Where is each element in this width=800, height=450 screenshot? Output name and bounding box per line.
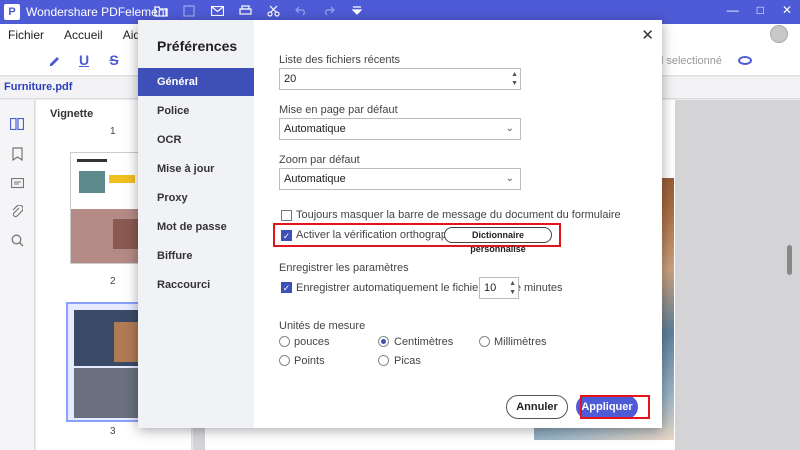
page-number: 2 — [110, 276, 116, 287]
autosave-checkbox[interactable]: ✓ — [281, 282, 292, 293]
zoom-select[interactable]: Automatique ⌄ — [279, 168, 521, 190]
thumb-image — [74, 368, 140, 418]
stepper-arrows-icon[interactable]: ▲ ▼ — [509, 279, 516, 297]
unit-picas-radio[interactable] — [378, 355, 389, 366]
menu-file[interactable]: Fichier — [8, 28, 44, 42]
app-title: Wondershare PDFelement — [26, 5, 168, 19]
cancel-button[interactable]: Annuler — [506, 395, 568, 419]
page-number: 3 — [110, 426, 116, 437]
undo-icon[interactable] — [294, 4, 308, 18]
maximize-button[interactable]: □ — [757, 3, 764, 17]
nav-proxy[interactable]: Proxy — [138, 184, 254, 212]
unit-centimeters-label: Centimètres — [394, 336, 454, 348]
search-icon[interactable] — [9, 232, 25, 248]
attachment-icon[interactable] — [9, 204, 25, 220]
custom-dictionary-button[interactable]: Dictionnaire personnalisé — [444, 227, 552, 254]
recent-files-stepper[interactable]: 20 ▲ ▼ — [279, 68, 521, 90]
layout-value: Automatique — [284, 123, 346, 135]
thumbnail-panel-title: Vignette — [50, 108, 94, 120]
redo-icon[interactable] — [322, 4, 336, 18]
unit-millimeters-radio[interactable] — [479, 336, 490, 347]
dialog-title: Préférences — [157, 38, 238, 54]
scissors-icon[interactable] — [266, 4, 280, 18]
minimize-button[interactable]: — — [727, 3, 739, 17]
unit-centimeters-radio[interactable] — [378, 336, 389, 347]
stepper-arrows-icon[interactable]: ▲ ▼ — [511, 70, 518, 88]
underline-icon[interactable]: U — [76, 52, 92, 68]
save-settings-label: Enregistrer les paramètres — [279, 262, 409, 274]
tool-icons: U S — [46, 52, 152, 68]
layout-select[interactable]: Automatique ⌄ — [279, 118, 521, 140]
chevron-down-icon: ⌄ — [505, 173, 514, 184]
thumb-image — [113, 219, 139, 249]
app-logo: P — [4, 4, 20, 20]
nav-password[interactable]: Mot de passe — [138, 213, 254, 241]
tab-furniture-pdf[interactable]: Furniture.pdf — [4, 81, 72, 93]
unit-millimeters-label: Millimètres — [494, 336, 547, 348]
highlight-box — [580, 395, 650, 419]
nav-ocr[interactable]: OCR — [138, 126, 254, 154]
strikethrough-icon[interactable]: S — [106, 52, 122, 68]
thumb-accent — [109, 175, 135, 183]
spellcheck-checkbox[interactable]: ✓ — [281, 230, 292, 241]
unit-points-label: Points — [294, 355, 325, 367]
mail-icon[interactable] — [210, 4, 224, 18]
eye-icon[interactable] — [738, 56, 752, 65]
close-icon[interactable]: ✕ — [641, 26, 654, 44]
page-thumbnail[interactable] — [70, 152, 142, 264]
window-controls: — □ ✕ — [727, 3, 792, 17]
nav-general[interactable]: Général — [138, 68, 254, 96]
print-icon[interactable] — [238, 4, 252, 18]
thumb-heading — [77, 159, 107, 162]
autosave-interval-stepper[interactable]: 10 ▲ ▼ — [479, 277, 519, 299]
unit-inches-radio[interactable] — [279, 336, 290, 347]
preferences-sidebar: Préférences Général Police OCR Mise à jo… — [138, 20, 254, 428]
unit-points-radio[interactable] — [279, 355, 290, 366]
recent-files-value: 20 — [284, 73, 297, 85]
autosave-unit: minutes — [524, 282, 563, 294]
preferences-dialog: Préférences Général Police OCR Mise à jo… — [138, 20, 662, 428]
layout-label: Mise en page par défaut — [279, 104, 398, 116]
nav-redaction[interactable]: Biffure — [138, 242, 254, 270]
thumbnails-panel-icon[interactable] — [9, 116, 25, 132]
nav-font[interactable]: Police — [138, 97, 254, 125]
nav-update[interactable]: Mise à jour — [138, 155, 254, 183]
unit-inches-label: pouces — [294, 336, 330, 348]
avatar[interactable] — [770, 25, 788, 43]
zoom-value: Automatique — [284, 173, 346, 185]
left-rail — [0, 100, 35, 450]
chevron-down-icon: ⌄ — [505, 123, 514, 134]
autosave-interval-value: 10 — [484, 282, 497, 294]
zoom-label: Zoom par défaut — [279, 154, 360, 166]
save-icon[interactable] — [182, 4, 196, 18]
comment-icon[interactable] — [9, 176, 25, 192]
menu-home[interactable]: Accueil — [64, 28, 103, 42]
hide-message-bar-checkbox[interactable] — [281, 210, 292, 221]
customize-toolbar-icon[interactable] — [350, 4, 364, 18]
bookmark-icon[interactable] — [9, 146, 25, 162]
highlighter-icon[interactable] — [46, 52, 62, 68]
nav-shortcuts[interactable]: Raccourci — [138, 271, 254, 299]
units-label: Unités de mesure — [279, 320, 366, 332]
close-window-button[interactable]: ✕ — [782, 3, 792, 17]
folder-icon[interactable] — [154, 4, 168, 18]
thumb-image — [79, 171, 105, 193]
page-thumbnail-selected[interactable] — [66, 302, 146, 422]
unit-picas-label: Picas — [394, 355, 421, 367]
page-number: 1 — [110, 126, 116, 137]
vertical-scrollbar[interactable] — [787, 245, 792, 275]
thumb-image — [114, 322, 138, 362]
hide-message-bar-label: Toujours masquer la barre de message du … — [296, 209, 621, 221]
recent-files-label: Liste des fichiers récents — [279, 54, 401, 66]
quick-access-toolbar — [154, 4, 364, 18]
